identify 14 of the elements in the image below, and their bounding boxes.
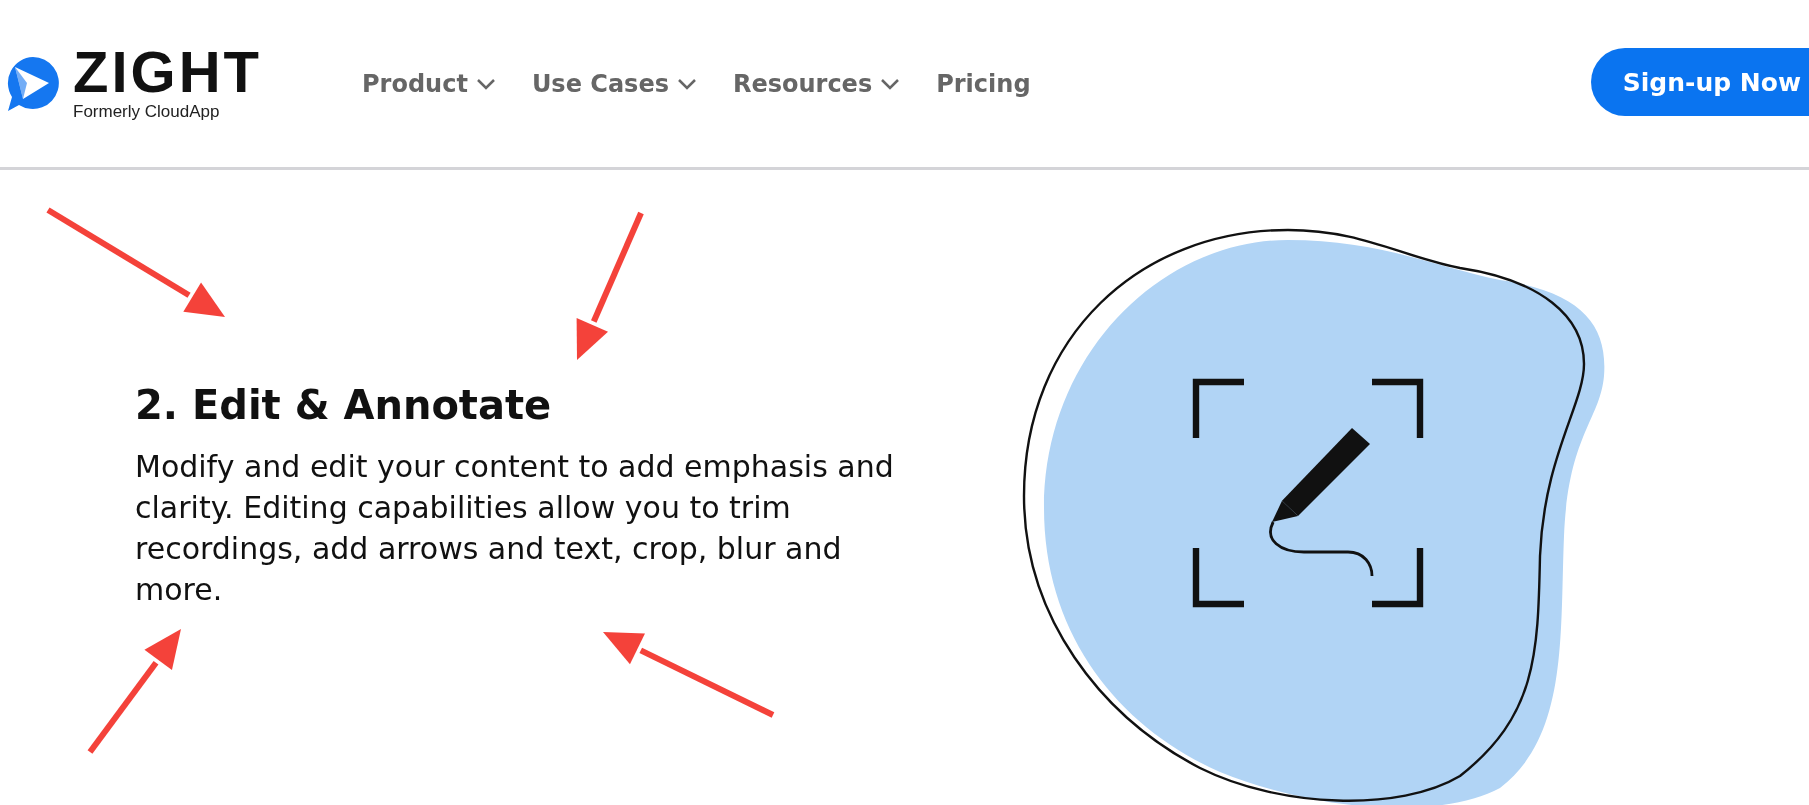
nav-link[interactable]: Use Cases [531, 69, 697, 98]
logo-icon [5, 54, 61, 113]
logo-wordmark: ZIGHT [73, 45, 262, 99]
section-description: Modify and edit your content to add emphasis and clarity. Editing capabilities allow you to trim recordings, add arrows and text, crop, blur and more. [135, 448, 895, 609]
logo-tagline: Formerly CloudApp [73, 102, 220, 122]
chevron-down-icon [880, 77, 901, 90]
sign-up-button[interactable]: Sign-up Now [1590, 48, 1809, 116]
chevron-down-icon [676, 77, 697, 90]
section-heading: 2. Edit & Annotate [135, 382, 553, 428]
nav-link[interactable]: Pricing [936, 69, 1031, 98]
nav-link[interactable]: Product [362, 69, 496, 98]
chevron-down-icon [475, 77, 496, 90]
pencil-frame-icon [1192, 378, 1424, 608]
nav-link[interactable]: Resources [732, 69, 901, 98]
